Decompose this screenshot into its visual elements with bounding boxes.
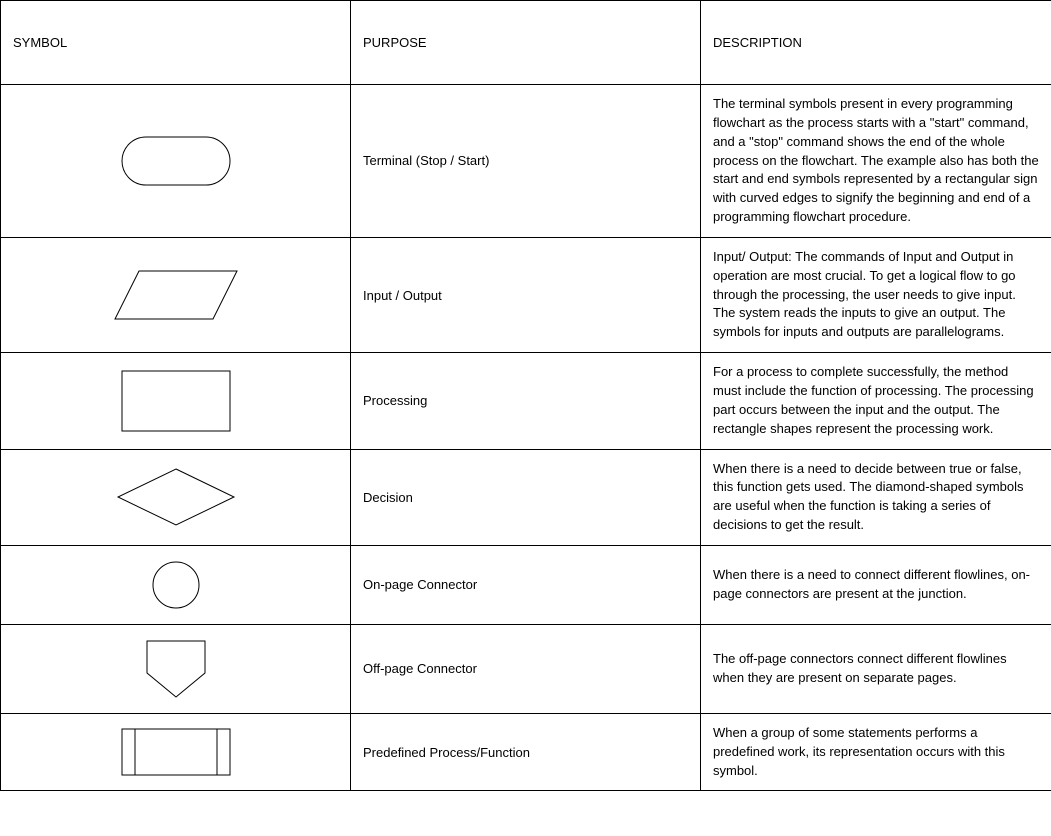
decision-icon	[116, 467, 236, 527]
description-cell: The off-page connectors connect differen…	[701, 624, 1051, 713]
terminal-icon	[121, 136, 231, 186]
processing-icon	[121, 370, 231, 432]
symbol-cell	[1, 353, 351, 449]
description-cell: The terminal symbols present in every pr…	[701, 85, 1051, 238]
table-row: Processing For a process to complete suc…	[1, 353, 1051, 449]
symbol-cell	[1, 713, 351, 791]
input-output-icon	[111, 265, 241, 325]
purpose-cell: Input / Output	[351, 237, 701, 352]
purpose-cell: Processing	[351, 353, 701, 449]
table-header-row: SYMBOL PURPOSE DESCRIPTION	[1, 1, 1051, 85]
symbol-cell	[1, 449, 351, 545]
predefined-process-icon	[121, 728, 231, 776]
table-row: Terminal (Stop / Start) The terminal sym…	[1, 85, 1051, 238]
description-cell: When a group of some statements performs…	[701, 713, 1051, 791]
off-page-connector-icon	[145, 639, 207, 699]
purpose-cell: On-page Connector	[351, 545, 701, 624]
symbol-cell	[1, 624, 351, 713]
symbol-cell	[1, 85, 351, 238]
table-row: Decision When there is a need to decide …	[1, 449, 1051, 545]
header-purpose: PURPOSE	[351, 1, 701, 85]
description-cell: For a process to complete successfully, …	[701, 353, 1051, 449]
table-row: Input / Output Input/ Output: The comman…	[1, 237, 1051, 352]
purpose-cell: Off-page Connector	[351, 624, 701, 713]
symbol-cell	[1, 237, 351, 352]
header-symbol: SYMBOL	[1, 1, 351, 85]
table-row: Predefined Process/Function When a group…	[1, 713, 1051, 791]
description-cell: When there is a need to decide between t…	[701, 449, 1051, 545]
symbol-cell	[1, 545, 351, 624]
description-cell: Input/ Output: The commands of Input and…	[701, 237, 1051, 352]
table-row: Off-page Connector The off-page connecto…	[1, 624, 1051, 713]
purpose-cell: Predefined Process/Function	[351, 713, 701, 791]
on-page-connector-icon	[151, 560, 201, 610]
header-description: DESCRIPTION	[701, 1, 1051, 85]
purpose-cell: Decision	[351, 449, 701, 545]
description-cell: When there is a need to connect differen…	[701, 545, 1051, 624]
purpose-cell: Terminal (Stop / Start)	[351, 85, 701, 238]
table-row: On-page Connector When there is a need t…	[1, 545, 1051, 624]
flowchart-symbols-table: SYMBOL PURPOSE DESCRIPTION Terminal (Sto…	[0, 0, 1051, 791]
